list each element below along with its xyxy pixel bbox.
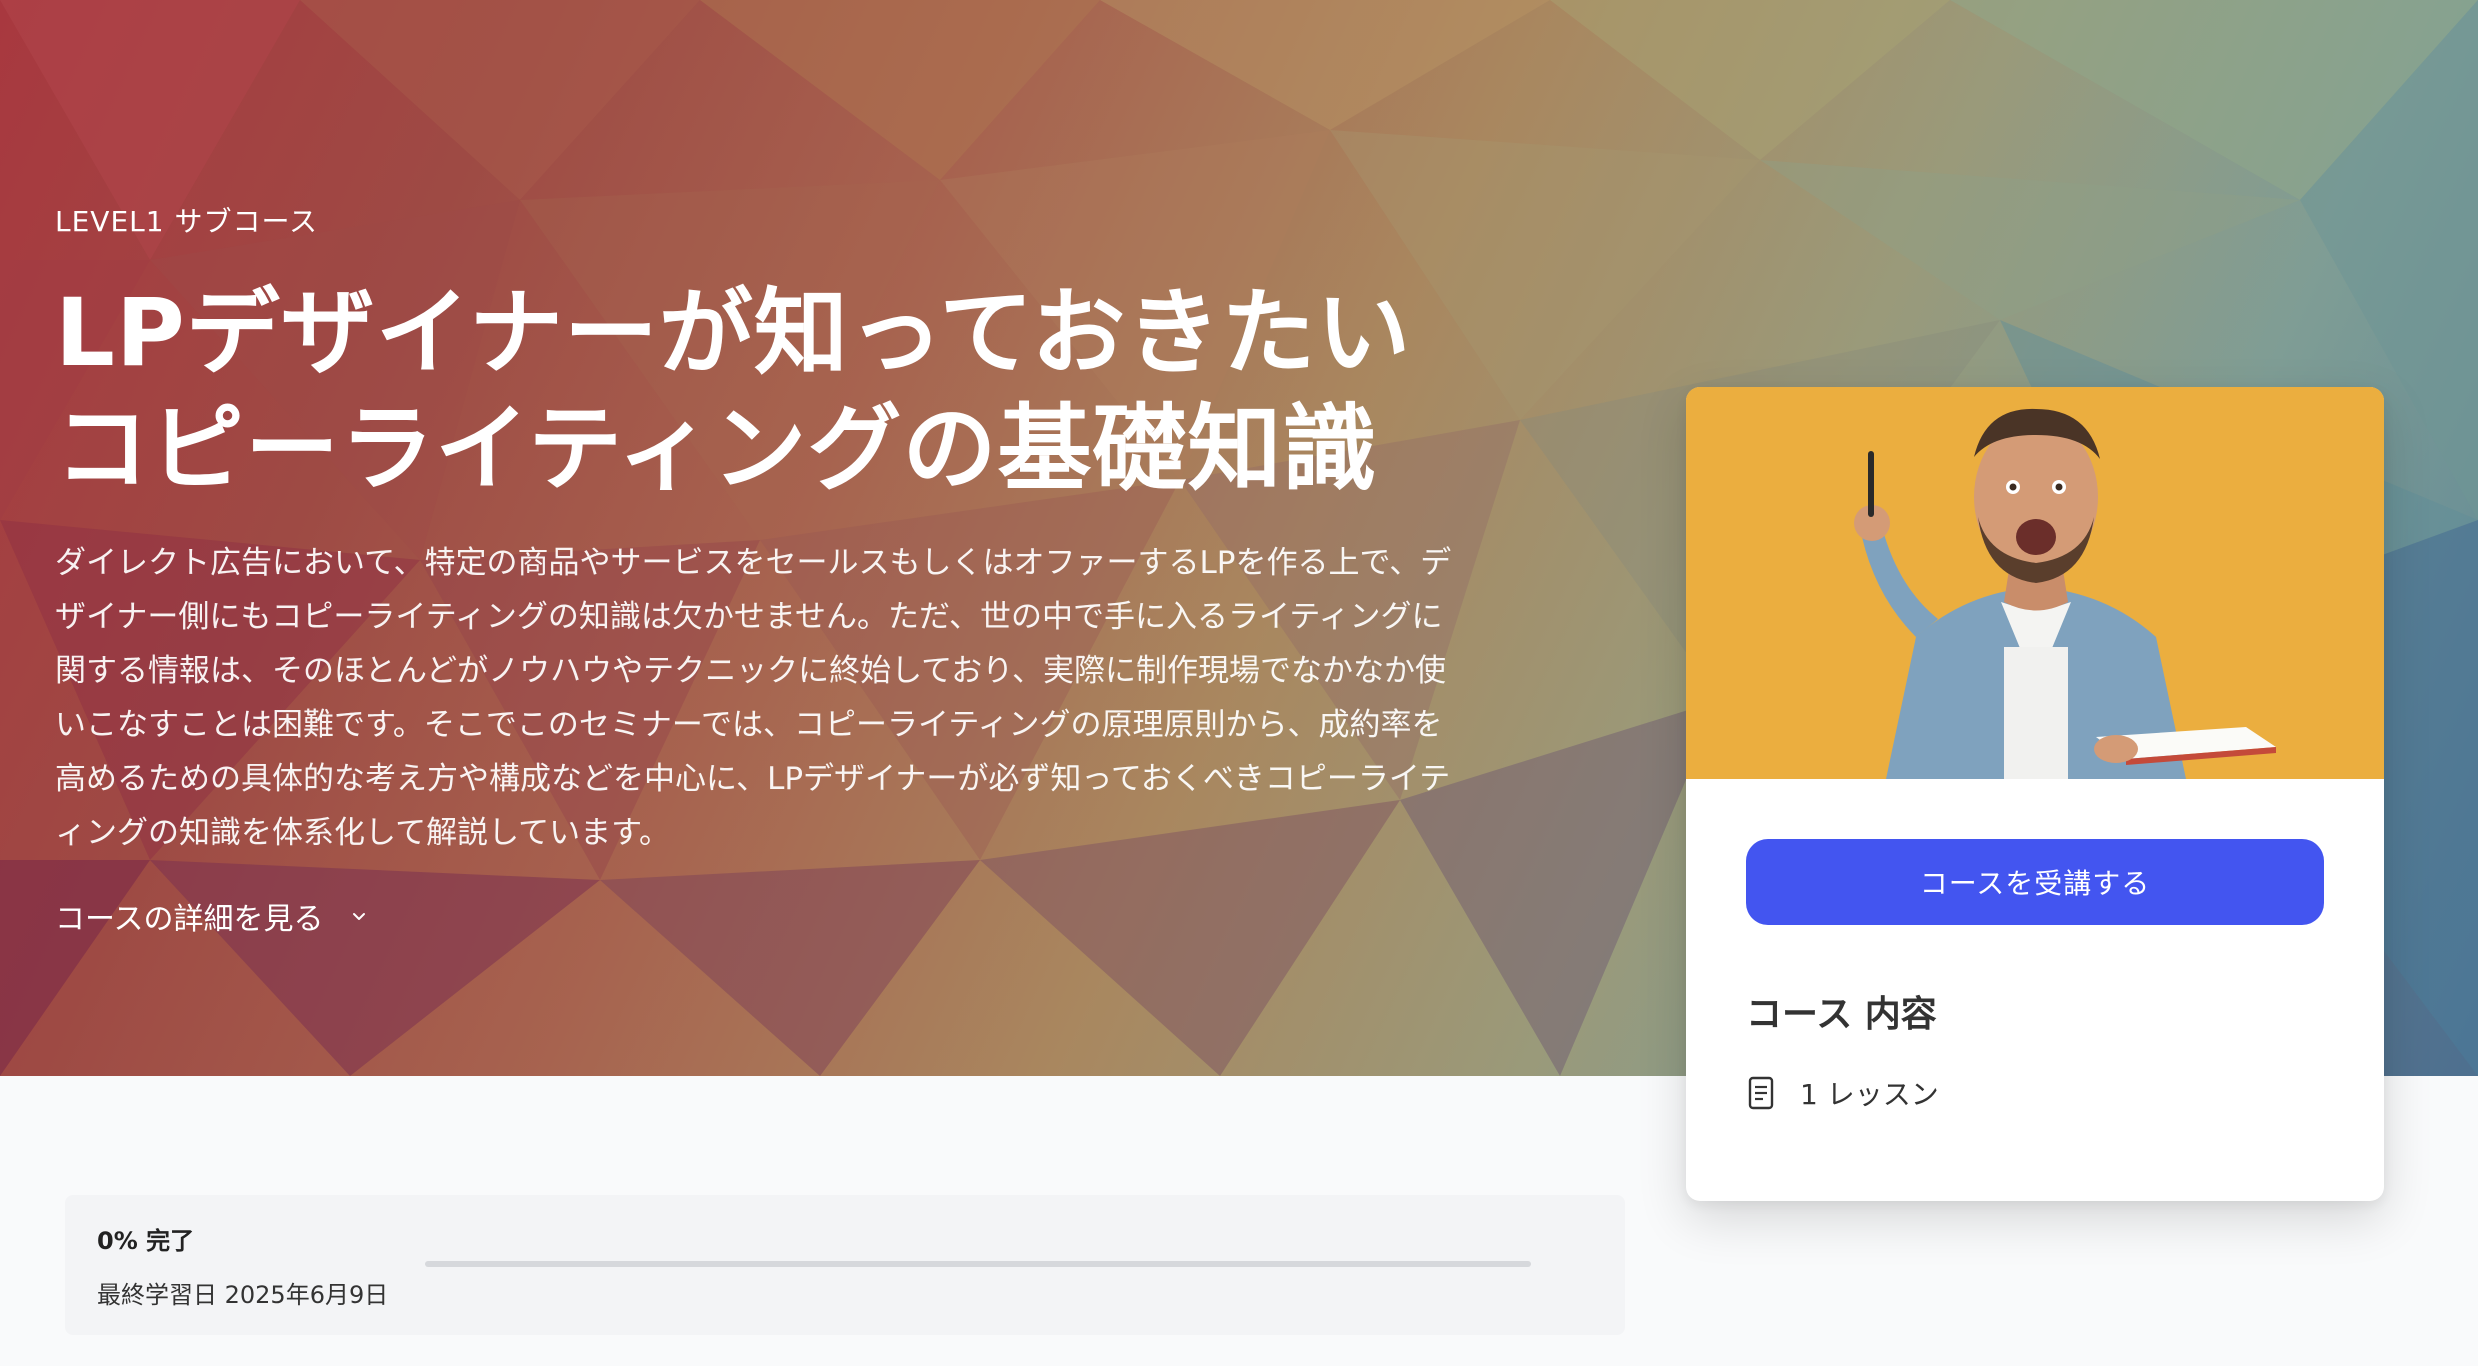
course-level-label: LEVEL1 サブコース: [55, 205, 319, 238]
course-content-heading: コース 内容: [1746, 994, 1937, 1035]
hero-content: LEVEL1 サブコース LPデザイナーが知っておきたい コピーライティングの基…: [55, 200, 1495, 938]
course-card-body: コースを受講する コース 内容 1 レッスン: [1686, 839, 2384, 1113]
lesson-count: 1 レッスン: [1800, 1078, 1939, 1111]
course-details-label: コースの詳細を見る: [55, 902, 324, 937]
course-title-line2: コピーライティングの基礎知識: [55, 395, 1378, 504]
course-card: コースを受講する コース 内容 1 レッスン: [1686, 387, 2384, 1201]
document-icon: [1748, 1076, 1774, 1110]
progress-percent-label: 0% 完了: [97, 1227, 195, 1255]
course-title: LPデザイナーが知っておきたい コピーライティングの基礎知識: [55, 276, 1495, 508]
course-description: ダイレクト広告において、特定の商品やサービスをセールスもしくはオファーするLPを…: [55, 545, 1452, 851]
course-image: [1686, 387, 2384, 779]
man-holding-pen-and-book-image: [1686, 387, 2384, 779]
course-details-toggle[interactable]: コースの詳細を見る: [55, 894, 370, 938]
progress-panel: 0% 完了 最終学習日 2025年6月9日: [65, 1195, 1625, 1335]
progress-bar: [425, 1261, 1531, 1267]
enroll-button[interactable]: コースを受講する: [1746, 839, 2324, 925]
course-title-line1: LPデザイナーが知っておきたい: [55, 279, 1412, 388]
last-study-date: 最終学習日 2025年6月9日: [97, 1281, 389, 1309]
chevron-down-icon: [352, 913, 365, 920]
lesson-count-row: 1 レッスン: [1746, 1073, 2324, 1113]
